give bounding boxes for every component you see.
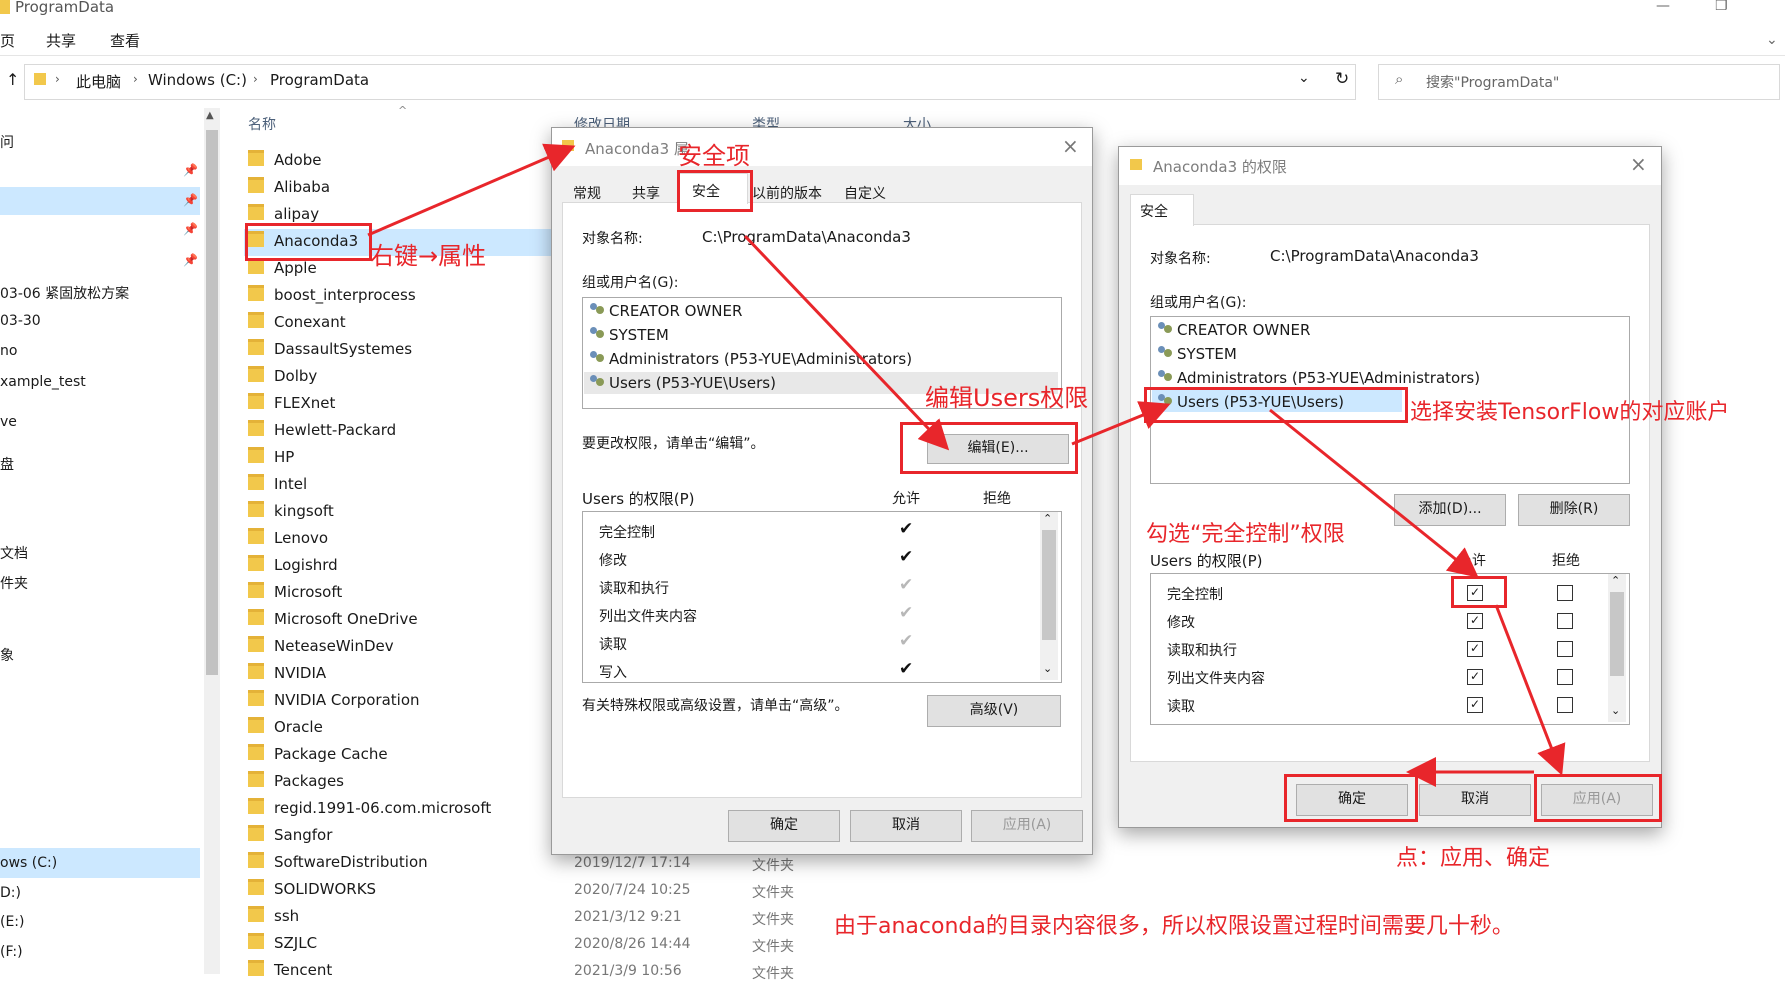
arrow [1494,604,1566,776]
annotation-apply-ok: 点：应用、确定 [1396,846,1551,871]
arrow [367,143,576,237]
arrow [743,234,950,451]
annotation-arrows [367,143,1566,787]
annotation-full-control: 勾选“完全控制”权限 [1146,522,1345,547]
annotation-edit-users: 编辑Users权限 [925,384,1089,412]
annotation-note: 由于anaconda的目录内容很多，所以权限设置过程时间需要几十秒。 [834,914,1514,939]
annotation-right-click: 右键→属性 [370,242,487,270]
arrow [1269,408,1479,578]
annotation-security: 安全项 [678,142,750,170]
annotation-select-account: 选择安装TensorFlow的对应账户 [1410,400,1730,425]
